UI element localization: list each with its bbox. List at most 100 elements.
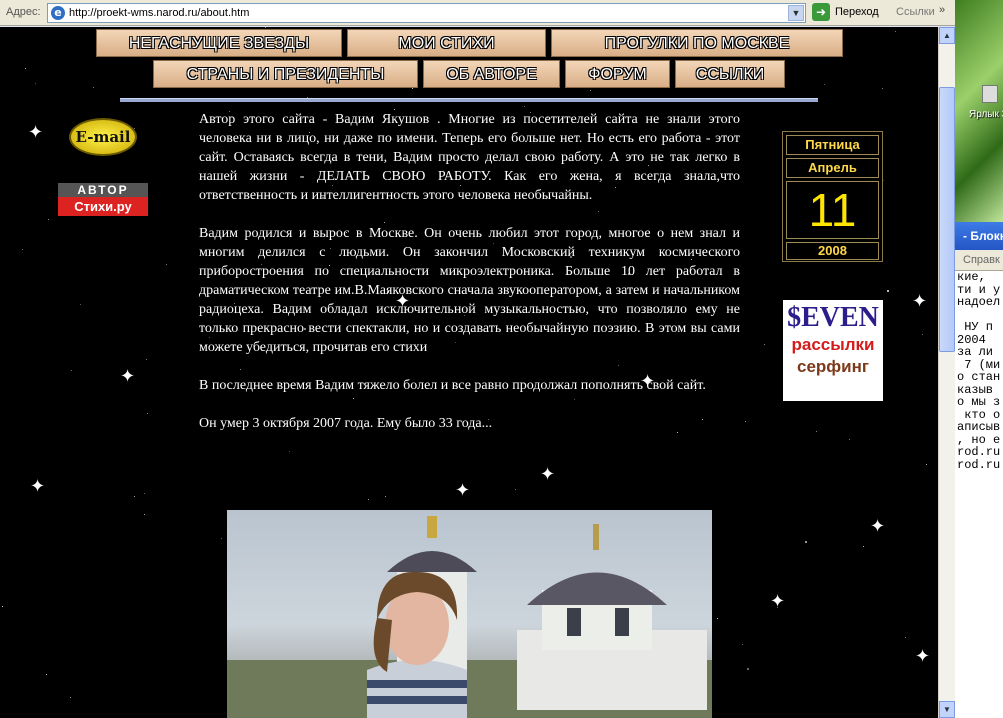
about-article: Автор этого сайта - Вадим Якушов . Многи… — [199, 110, 740, 452]
star-dot — [863, 546, 864, 547]
nav-button-about-author[interactable]: ОБ АВТОРЕ — [423, 60, 560, 88]
notepad-line: аписыв — [957, 420, 1001, 434]
star-dot — [46, 674, 47, 675]
desktop-background: Ярлык 320Gb — [955, 0, 1003, 222]
star-sparkle-icon: ✦ — [540, 464, 556, 484]
star-dot — [48, 219, 49, 220]
star-dot — [25, 68, 26, 69]
address-label: Адрес: — [6, 6, 41, 18]
church-portrait-image — [227, 516, 712, 718]
ie-page-icon: e — [51, 6, 65, 20]
nav-button-links[interactable]: ССЫЛКИ — [675, 60, 785, 88]
author-photo — [227, 510, 712, 718]
star-dot — [144, 493, 145, 494]
calendar-month: Апрель — [786, 158, 879, 178]
star-dot — [93, 87, 94, 88]
calendar-year: 2008 — [786, 242, 879, 260]
notepad-line: НУ п — [957, 320, 994, 334]
notepad-text-area[interactable]: кие, ти и у надоел НУ п 2004 за ли 7 (ми о ст… — [955, 271, 1003, 718]
star-sparkle-icon: ✦ — [455, 480, 471, 500]
seven-ad-title: $EVEN — [787, 302, 879, 333]
scrollbar-thumb[interactable] — [939, 87, 955, 352]
scroll-down-arrow-icon[interactable]: ▼ — [939, 701, 955, 718]
star-dot — [764, 344, 765, 345]
go-arrow-icon: ➜ — [812, 3, 830, 21]
go-button[interactable]: ➜ Переход — [812, 3, 890, 23]
drive-shortcut-icon[interactable] — [982, 85, 998, 103]
nav-button-countries-presidents[interactable]: СТРАНЫ И ПРЕЗИДЕНТЫ — [153, 60, 418, 88]
star-sparkle-icon: ✦ — [915, 646, 931, 666]
notepad-line: о мы з — [957, 395, 1001, 409]
notepad-line: о стан — [957, 370, 1001, 384]
date-calendar-widget: Пятница Апрель 11 2008 — [782, 131, 883, 262]
star-sparkle-icon: ✦ — [912, 291, 928, 311]
divider-line — [120, 98, 818, 102]
star-sparkle-icon: ✦ — [870, 516, 886, 536]
star-dot — [146, 359, 147, 360]
seven-ad-banner[interactable]: $EVEN рассылки серфинг — [783, 300, 883, 401]
article-paragraph: В последнее время Вадим тяжело болел и в… — [199, 378, 706, 393]
star-dot — [717, 618, 718, 619]
seven-ad-line2: серфинг — [797, 357, 869, 376]
star-sparkle-icon: ✦ — [770, 591, 786, 611]
go-label: Переход — [835, 6, 879, 18]
star-dot — [895, 31, 896, 32]
star-sparkle-icon: ✦ — [120, 366, 136, 386]
stihi-ru-label: Стихи.ру — [58, 197, 148, 216]
chevron-down-icon[interactable]: ▼ — [788, 5, 804, 21]
chevron-double-right-icon[interactable]: » — [939, 4, 945, 16]
star-dot — [816, 431, 817, 432]
star-dot — [134, 496, 135, 497]
links-toolbar-label[interactable]: Ссылки — [896, 6, 935, 18]
stihi-ru-author-link[interactable]: АВТОР Стихи.ру — [58, 183, 148, 216]
star-dot — [70, 697, 71, 698]
scroll-up-arrow-icon[interactable]: ▲ — [939, 27, 955, 44]
star-dot — [882, 88, 883, 89]
star-sparkle-icon: ✦ — [28, 122, 44, 142]
star-dot — [887, 290, 889, 292]
calendar-weekday: Пятница — [786, 135, 879, 155]
article-paragraph: Он умер 3 октября 2007 года. Ему было 33… — [199, 416, 493, 431]
vertical-scrollbar[interactable]: ▲ ▼ — [938, 27, 955, 718]
star-dot — [905, 637, 906, 638]
star-sparkle-icon: ✦ — [30, 476, 46, 496]
star-dot — [147, 413, 148, 414]
notepad-line: надоел — [957, 295, 1001, 309]
nav-button-my-poems[interactable]: МОИ СТИХИ — [347, 29, 546, 57]
address-bar: Адрес: e http://proekt-wms.narod.ru/abou… — [0, 0, 955, 26]
star-dot — [824, 84, 825, 85]
nav-button-nonfading-stars[interactable]: НЕГАСНУЩИЕ ЗВЕЗДЫ — [96, 29, 342, 57]
star-dot — [22, 249, 23, 250]
star-dot — [166, 264, 167, 265]
star-dot — [71, 370, 72, 371]
star-dot — [144, 514, 145, 515]
star-dot — [524, 106, 525, 107]
star-dot — [368, 499, 369, 500]
email-link[interactable]: E-mail — [69, 118, 137, 156]
nav-button-forum[interactable]: ФОРУМ — [565, 60, 670, 88]
star-dot — [221, 538, 222, 539]
avtor-label: АВТОР — [58, 183, 148, 197]
star-dot — [805, 541, 807, 543]
star-dot — [515, 489, 516, 490]
seven-ad-line1: рассылки — [791, 335, 875, 354]
notepad-line: rod.ru — [957, 457, 1001, 472]
address-input[interactable]: e http://proekt-wms.narod.ru/about.htm ▼ — [47, 3, 806, 23]
notepad-line: за ли — [957, 345, 994, 359]
star-dot — [2, 606, 3, 607]
address-url: http://proekt-wms.narod.ru/about.htm — [69, 7, 250, 19]
star-dot — [926, 464, 927, 465]
shortcut-label[interactable]: Ярлык 320Gb — [969, 109, 1003, 121]
star-dot — [590, 90, 591, 91]
notepad-menu-bar[interactable]: Справк — [955, 250, 1003, 271]
notepad-line: кие, — [957, 271, 986, 284]
star-dot — [80, 304, 81, 305]
calendar-day: 11 — [786, 181, 879, 239]
article-paragraph: Автор этого сайта - Вадим Якушов . Многи… — [199, 112, 740, 203]
star-dot — [849, 439, 850, 440]
star-dot — [742, 644, 743, 645]
star-dot — [265, 27, 266, 28]
notepad-title-bar[interactable]: - Блокн — [955, 222, 1003, 250]
star-dot — [745, 421, 746, 422]
nav-button-moscow-walks[interactable]: ПРОГУЛКИ ПО МОСКВЕ — [551, 29, 843, 57]
